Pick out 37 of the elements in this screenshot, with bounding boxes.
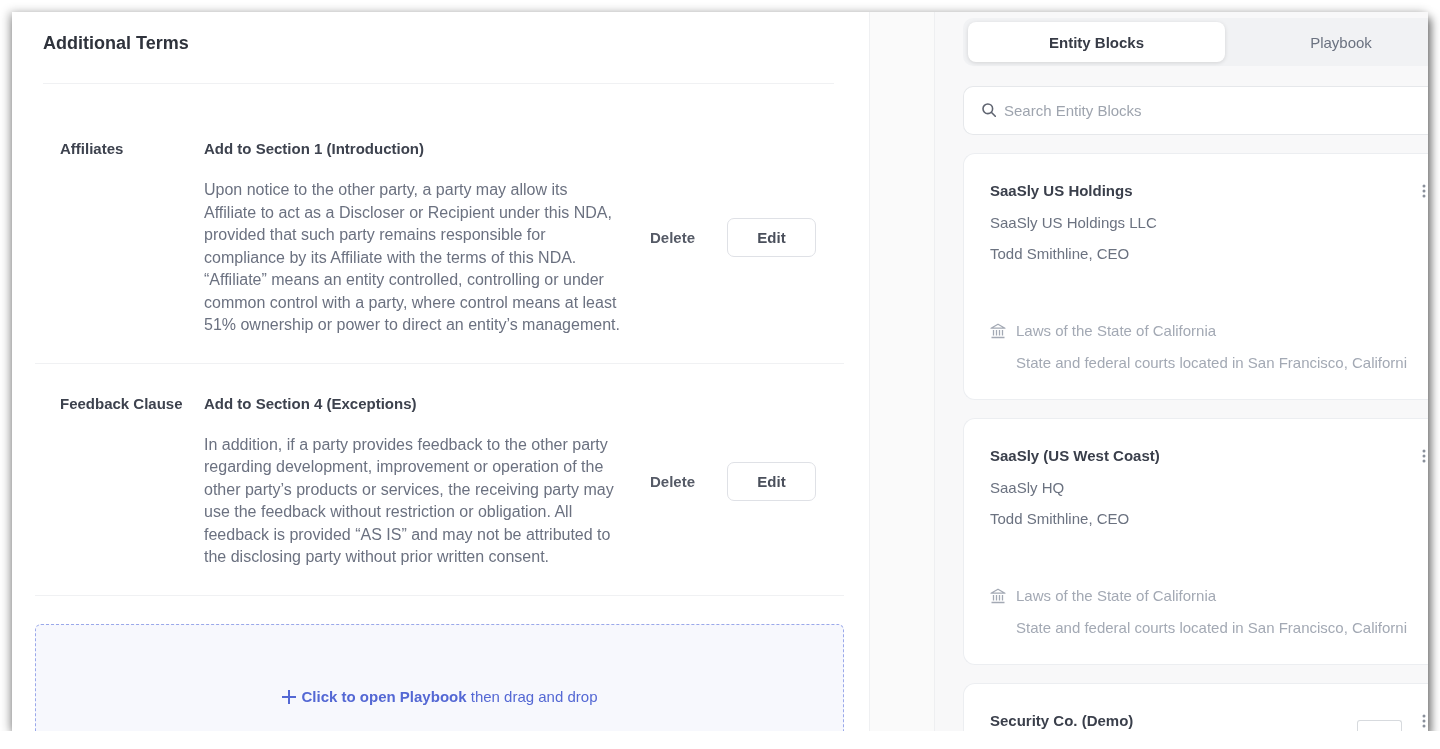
governing-law: Laws of the State of California: [1016, 586, 1217, 606]
governing-law: Laws of the State of California: [1016, 321, 1217, 341]
tab[interactable]: Entity Blocks: [968, 22, 1225, 62]
clause-text: In addition, if a party provides feedback to the other party regarding development, improvement or operation of the other party’s products or services, the receiving party may use the feedback without restriction or obligation. All feedback is provided “AS IS” and may not be attributed to the disclosing party without prior written consent.: [204, 434, 615, 567]
delete-button[interactable]: Delete: [637, 219, 707, 257]
jurisdiction: State and federal courts located in San Francisco, Californi: [1015, 353, 1409, 373]
more-options-icon[interactable]: [1422, 449, 1426, 463]
bank-icon: [990, 588, 1006, 604]
signatory: Todd Smithline, CEO: [990, 244, 1131, 264]
drop-zone[interactable]: Click to open Playbook then drag and drop: [35, 623, 844, 731]
legal-name: SaaSly HQ: [990, 477, 1066, 498]
delete-button[interactable]: Delete: [637, 462, 707, 500]
search-field[interactable]: Search Entity Blocks: [963, 86, 1428, 135]
section-heading: Add to Section 4 (Exceptions): [204, 393, 418, 414]
entity-name: SaaSly US Holdings: [990, 181, 1134, 201]
entity-card[interactable]: SaaSly US Holdings SaaSly US Holdings LLC Todd Smithline, CEO Laws of the State of California State and federal courts located in San Francisco, Californi: [963, 153, 1428, 400]
signatory: Todd Smithline, CEO: [990, 509, 1131, 529]
edit-button[interactable]: Edit: [727, 461, 816, 501]
section-heading: Add to Section 1 (Introduction): [204, 139, 425, 159]
term-name: Feedback Clause: [60, 393, 184, 414]
entity-name: SaaSly (US West Coast): [990, 446, 1161, 466]
panel-title: Additional Terms: [43, 32, 189, 55]
entity-name: Security Co. (Demo): [990, 711, 1135, 731]
jurisdiction: State and federal courts located in San Francisco, Californi: [1015, 618, 1409, 638]
tab[interactable]: Playbook: [1228, 22, 1428, 62]
entity-card[interactable]: SaaSly (US West Coast) SaaSly HQ Todd Smithline, CEO Laws of the State of California State and federal courts located in San Francisco, Californi: [963, 418, 1428, 665]
plus-icon: [281, 689, 296, 704]
search-icon: [982, 103, 996, 117]
bank-icon: [990, 323, 1006, 339]
legal-name: SaaSly US Holdings LLC: [990, 212, 1158, 233]
entity-card[interactable]: Security Co. (Demo): [963, 683, 1428, 731]
more-options-icon[interactable]: [1422, 714, 1426, 728]
edit-button[interactable]: Edit: [727, 218, 816, 258]
more-options-icon[interactable]: [1422, 184, 1426, 198]
drop-zone-link[interactable]: Click to open Playbook then drag and drop: [301, 686, 598, 707]
clause-text: Upon notice to the other party, a party may allow its Affiliate to act as a Discloser or Recipient under this NDA, provided that such party remains responsible for compliance by its Affiliate with the terms of this NDA. “Affiliate” means an entity controlled, controlling or under common control with a party, where control means at least 51% ownership or power to direct an entity’s management.: [204, 180, 621, 335]
term-name: Affiliates: [60, 139, 125, 159]
